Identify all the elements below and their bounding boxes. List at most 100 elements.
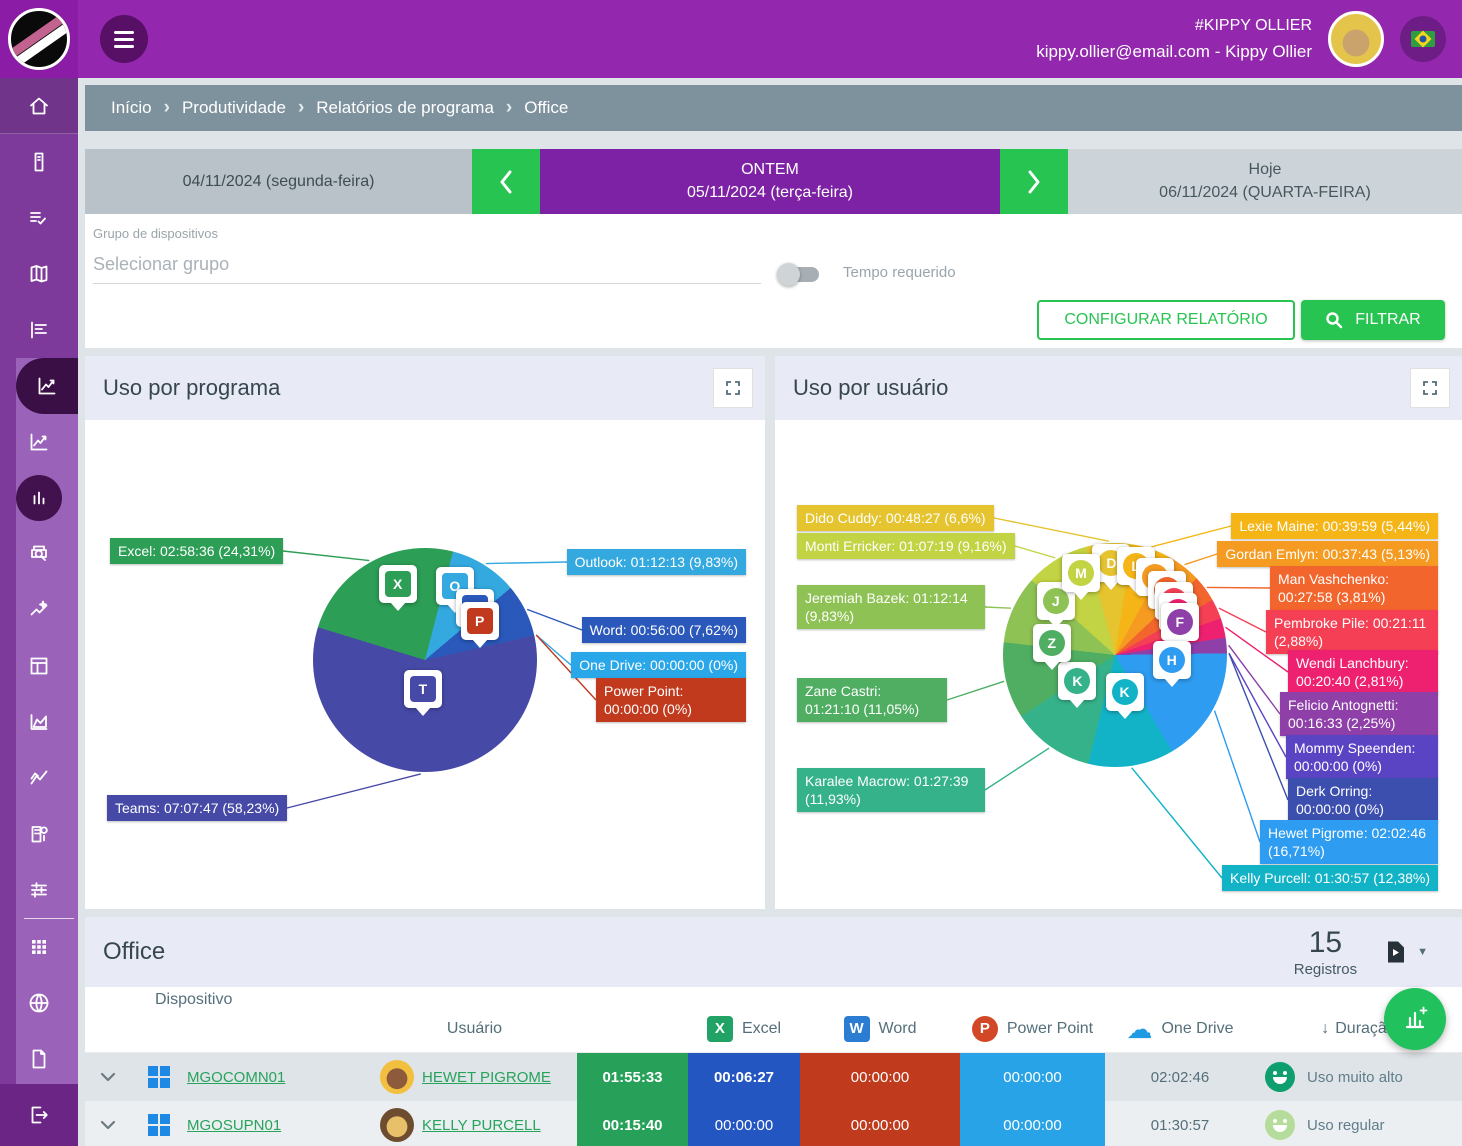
date-next[interactable]: Hoje 06/11/2024 (QUARTA-FEIRA)	[1068, 149, 1462, 214]
usage-status: Uso regular	[1255, 1101, 1462, 1146]
column-one-drive[interactable]: ☁ One Drive	[1105, 1016, 1255, 1042]
sidebar-item-program-reports[interactable]	[16, 358, 78, 414]
logout-icon	[27, 1103, 51, 1127]
user-avatar	[380, 1108, 414, 1142]
chart-callout-label: Monti Erricker: 01:07:19 (9,16%)	[797, 533, 1015, 559]
filter-button[interactable]: FILTRAR	[1301, 300, 1445, 340]
chart-callout-label: Outlook: 01:12:13 (9,83%)	[567, 549, 746, 575]
app-root: #KIPPY OLLIER kippy.ollier@email.com - K…	[0, 0, 1462, 1146]
app-logo[interactable]	[0, 0, 78, 78]
column-device[interactable]: Dispositivo	[131, 991, 372, 1009]
chart-callout-label: Power Point: 00:00:00 (0%)	[596, 678, 746, 722]
menu-toggle-button[interactable]	[100, 15, 148, 63]
sidebar-item-apps[interactable]	[0, 919, 78, 975]
chart-plus-icon	[1402, 1006, 1428, 1032]
sidebar-item-print-reports[interactable]	[0, 526, 78, 582]
sidebar-item-preferences[interactable]	[0, 862, 78, 918]
user-usage-chart: Dido Cuddy: 00:48:27 (6,6%)DLexie Maine:…	[775, 420, 1462, 909]
expand-user-chart-button[interactable]	[1410, 368, 1450, 408]
add-chart-button[interactable]	[1384, 988, 1446, 1050]
sidebar-item-map[interactable]	[0, 246, 78, 302]
time-cell: 00:00:00	[688, 1101, 800, 1146]
powerpoint-icon: P	[972, 1016, 998, 1042]
excel-icon: X	[707, 1016, 733, 1042]
top-header: #KIPPY OLLIER kippy.ollier@email.com - K…	[78, 0, 1462, 78]
dashboard-icon	[27, 654, 51, 678]
printsearch-icon	[27, 542, 51, 566]
table-row: MGOCOMN01HEWET PIGROME01:55:3300:06:2700…	[85, 1053, 1462, 1101]
sidebar-item-dashboard[interactable]	[0, 638, 78, 694]
export-menu-button[interactable]: ▼	[1385, 940, 1428, 964]
column-power-point[interactable]: P Power Point	[960, 1016, 1105, 1042]
configure-report-button[interactable]: CONFIGURAR RELATÓRIO	[1037, 300, 1295, 340]
language-flag-button[interactable]	[1400, 16, 1446, 62]
breadcrumb-item-3[interactable]: Office	[524, 98, 568, 118]
sidebar-item-statistics[interactable]	[0, 470, 78, 526]
program-marker-pin: X	[379, 565, 417, 603]
sidebar-item-company-map[interactable]	[0, 806, 78, 862]
sidebar-item-ranking[interactable]	[0, 302, 78, 358]
sidebar-item-usage-reports[interactable]	[0, 414, 78, 470]
chart-callout-label: Wendi Lanchbury: 00:20:40 (2,81%)	[1288, 650, 1438, 694]
sidebar-item-documents[interactable]	[0, 1031, 78, 1087]
column-word[interactable]: W Word	[800, 1016, 960, 1042]
next-day-button[interactable]	[1000, 149, 1068, 214]
device-group-input[interactable]	[93, 246, 761, 284]
chart-callout-label: Zane Castri: 01:21:10 (11,05%)	[797, 678, 947, 722]
usage-status: Uso muito alto	[1255, 1053, 1462, 1101]
sidebar-item-home[interactable]	[0, 78, 78, 134]
fullscreen-icon	[725, 380, 741, 396]
user-marker-pin: Z	[1033, 624, 1071, 662]
date-previous[interactable]: 04/11/2024 (segunda-feira)	[85, 149, 472, 214]
sidebar-item-trend-reports[interactable]	[0, 750, 78, 806]
sidebar-item-area-reports[interactable]	[0, 694, 78, 750]
time-cell: 00:15:40	[577, 1101, 688, 1146]
required-time-toggle[interactable]	[779, 267, 819, 282]
expand-program-chart-button[interactable]	[713, 368, 753, 408]
table-body: MGOCOMN01HEWET PIGROME01:55:3300:06:2700…	[85, 1053, 1462, 1146]
caret-down-icon: ▼	[1417, 946, 1428, 958]
chart-callout-label: Felicio Antognetti: 00:16:33 (2,25%)	[1280, 692, 1438, 736]
user-link[interactable]: HEWET PIGROME	[422, 1069, 551, 1086]
filter-panel: Grupo de dispositivos Tempo requerido CO…	[85, 214, 1462, 348]
sidebar-item-activities[interactable]	[0, 190, 78, 246]
sidebar-item-web[interactable]	[0, 975, 78, 1031]
breadcrumb-item-2[interactable]: Relatórios de programa	[316, 98, 494, 118]
column-user[interactable]: Usuário	[372, 1020, 577, 1038]
user-avatar[interactable]	[1328, 11, 1384, 67]
prev-day-button[interactable]	[472, 149, 540, 214]
chart-callout-label: One Drive: 00:00:00 (0%)	[571, 652, 746, 678]
breadcrumb-item-0[interactable]: Início	[111, 98, 152, 118]
sidebar-item-insights[interactable]	[0, 582, 78, 638]
charts-row: Uso por programa Excel: 02:58:36 (24,31%…	[85, 356, 1462, 909]
expand-row-button[interactable]	[85, 1053, 131, 1101]
chart-callout-label: Mommy Speenden: 00:00:00 (0%)	[1286, 735, 1438, 779]
onedrive-icon: ☁	[1126, 1016, 1152, 1042]
table-row: MGOSUPN01KELLY PURCELL00:15:4000:00:0000…	[85, 1101, 1462, 1146]
user-marker-pin: F	[1161, 603, 1199, 641]
sidebar-item-logout[interactable]	[0, 1084, 78, 1146]
column-excel[interactable]: X Excel	[688, 1016, 800, 1042]
user-info[interactable]: #KIPPY OLLIER kippy.ollier@email.com - K…	[1036, 13, 1312, 66]
expand-row-button[interactable]	[85, 1101, 131, 1146]
date-current: ONTEM 05/11/2024 (terça-feira)	[540, 149, 1000, 214]
time-cell: 00:00:00	[800, 1101, 960, 1146]
time-cell: 01:55:33	[577, 1053, 688, 1101]
breadcrumb: Início›Produtividade›Relatórios de progr…	[85, 85, 1462, 131]
device-link[interactable]: MGOSUPN01	[187, 1117, 281, 1134]
duration-cell: 01:30:57	[1105, 1101, 1255, 1146]
barchart-icon	[27, 486, 51, 510]
file-icon	[27, 1047, 51, 1071]
user-link[interactable]: KELLY PURCELL	[422, 1117, 541, 1134]
smiley-status-icon	[1265, 1062, 1295, 1092]
chart-callout-label: Kelly Purcell: 01:30:57 (12,38%)	[1222, 865, 1438, 891]
sidebar-item-devices[interactable]	[0, 134, 78, 190]
grid-icon	[27, 935, 51, 959]
levels-icon	[27, 318, 51, 342]
user-marker-pin: K	[1106, 673, 1144, 711]
word-icon: W	[844, 1016, 870, 1042]
date-next-date: 06/11/2024 (QUARTA-FEIRA)	[1159, 184, 1371, 202]
breadcrumb-item-1[interactable]: Produtividade	[182, 98, 286, 118]
globe-icon	[27, 991, 51, 1015]
device-link[interactable]: MGOCOMN01	[187, 1069, 285, 1086]
